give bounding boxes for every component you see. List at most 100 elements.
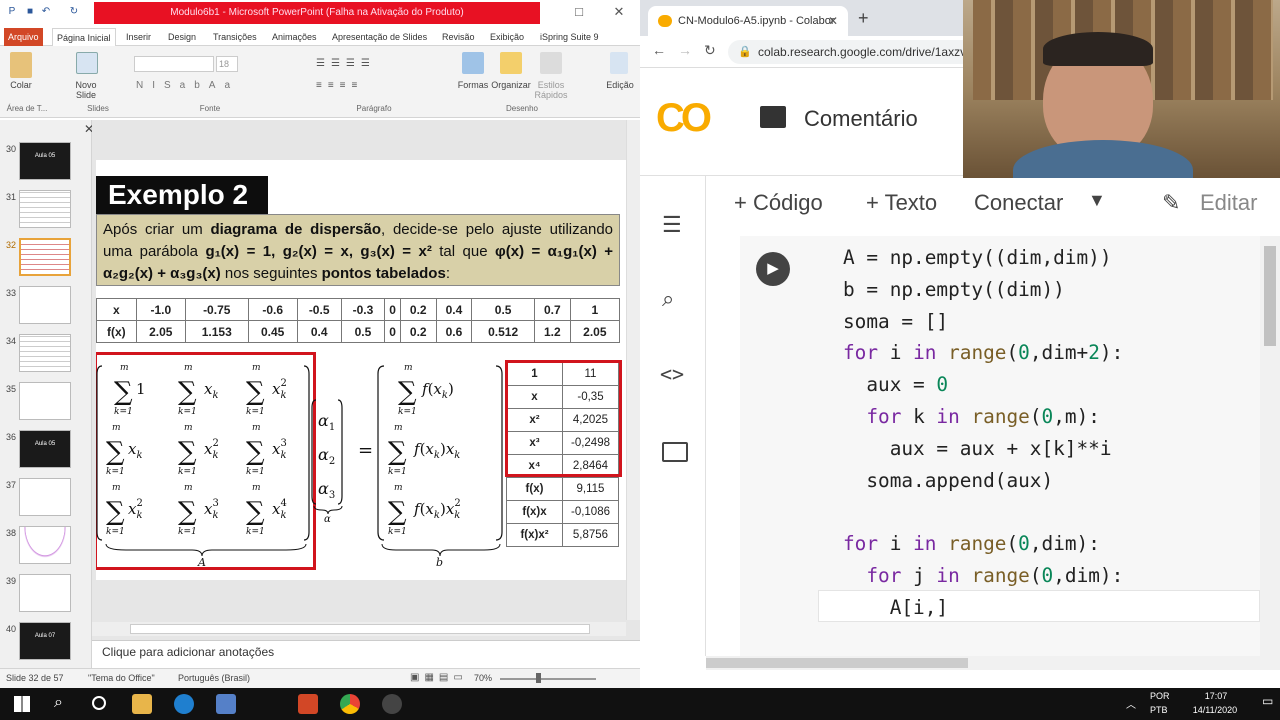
find-icon[interactable] <box>610 52 628 74</box>
slide-thumb[interactable]: Aula 05 <box>19 142 71 180</box>
svg-text:xk3: xk3 <box>204 498 219 521</box>
chrome-icon[interactable] <box>340 694 360 714</box>
slide-thumb[interactable] <box>19 478 71 516</box>
code-editor[interactable]: A = np.empty((dim,dim)) b = np.empty((dim… <box>843 242 1123 624</box>
slide-canvas[interactable]: Exemplo 2 Após criar um diagrama de disp… <box>96 160 626 580</box>
back-icon[interactable]: ← <box>652 42 666 58</box>
horizontal-scrollbar[interactable] <box>92 622 626 636</box>
connect-button[interactable]: Conectar <box>974 190 1063 216</box>
tab-close-icon[interactable]: ✕ <box>828 6 838 36</box>
add-code-button[interactable]: + Código <box>734 190 823 216</box>
language[interactable]: Português (Brasil) <box>178 673 250 683</box>
app-icon[interactable] <box>216 694 236 714</box>
slide-thumb[interactable] <box>19 286 71 324</box>
clock-time[interactable]: 17:07 <box>1196 691 1236 701</box>
save-icon[interactable]: ■ <box>24 6 36 18</box>
tab-inserir[interactable]: Inserir <box>122 28 155 46</box>
formas-label[interactable]: Formas <box>455 80 491 90</box>
connect-dropdown-icon[interactable]: ▼ <box>1088 190 1106 211</box>
code-snippets-icon[interactable]: <> <box>660 362 684 386</box>
code-line: aux = aux + x[k]**i <box>843 436 1112 460</box>
slide-thumb[interactable] <box>19 190 71 228</box>
browser-tab[interactable]: CN-Modulo6-A5.ipynb - Colabor ✕ <box>648 6 848 36</box>
paste-icon[interactable] <box>10 52 32 78</box>
edit-pencil-icon[interactable]: ✎ <box>1162 190 1180 216</box>
reload-icon[interactable]: ↻ <box>704 42 716 59</box>
notes-pane[interactable]: Clique para adicionar anotações <box>92 640 640 668</box>
zoom-level[interactable]: 70% <box>474 673 492 683</box>
run-cell-icon[interactable]: ▶ <box>756 252 790 286</box>
tab-revisao[interactable]: Revisão <box>438 28 479 46</box>
list-buttons[interactable]: ☰☰☰☰ <box>316 58 436 70</box>
thumb-number: 30 <box>5 144 16 154</box>
toc-icon[interactable]: ☰ <box>662 212 682 238</box>
slide-thumb[interactable] <box>19 382 71 420</box>
add-text-button[interactable]: + Texto <box>866 190 937 216</box>
file-explorer-icon[interactable] <box>132 694 152 714</box>
edicao-label[interactable]: Edição <box>602 80 638 90</box>
powerpoint-window: P ■ ↶ ↻ Modulo6b1 - Microsoft PowerPoint… <box>0 0 640 688</box>
tab-exibicao[interactable]: Exibição <box>486 28 528 46</box>
forward-icon[interactable]: → <box>678 42 692 58</box>
slide-thumb[interactable] <box>19 526 71 564</box>
new-slide-icon[interactable] <box>76 52 98 74</box>
colar-label[interactable]: Colar <box>4 80 38 90</box>
sums-highlight <box>505 360 622 477</box>
font-name-box[interactable] <box>134 56 214 72</box>
files-icon[interactable] <box>662 442 688 462</box>
clock-date[interactable]: 14/11/2020 <box>1180 705 1250 715</box>
slide-thumb[interactable]: Aula 05 <box>19 430 71 468</box>
vertical-scrollbar[interactable] <box>626 120 640 620</box>
tab-ispring[interactable]: iSpring Suite 9 <box>536 28 603 46</box>
obs-icon[interactable] <box>382 694 402 714</box>
tray-chevron-icon[interactable]: ︿ <box>1126 696 1136 711</box>
notebook-scrollbar[interactable] <box>1260 236 1280 656</box>
close-icon[interactable]: ✕ <box>610 4 628 20</box>
zoom-slider[interactable] <box>500 678 596 680</box>
new-tab-icon[interactable]: + <box>858 8 869 29</box>
font-size-box[interactable]: 18 <box>216 56 238 72</box>
colab-logo[interactable]: CO <box>656 96 712 141</box>
tab-pagina-inicial[interactable]: Página Inicial <box>52 28 116 46</box>
zoom-slider-thumb[interactable] <box>536 673 541 683</box>
font-format-buttons[interactable]: NISabAa <box>136 80 296 92</box>
tab-arquivo[interactable]: Arquivo <box>4 28 43 46</box>
slide-thumb[interactable] <box>19 574 71 612</box>
slide-thumb[interactable] <box>19 334 71 372</box>
comment-icon[interactable] <box>760 106 786 128</box>
comment-button[interactable]: Comentário <box>804 106 918 132</box>
quick-styles-icon[interactable] <box>540 52 562 74</box>
notes-placeholder[interactable]: Clique para adicionar anotações <box>102 645 274 659</box>
view-buttons[interactable]: ▣▦▤▭ <box>410 672 468 683</box>
scroll-thumb[interactable] <box>130 624 590 634</box>
organizar-label[interactable]: Organizar <box>490 80 532 90</box>
slide-thumb-selected[interactable] <box>19 238 71 276</box>
shapes-icon[interactable] <box>462 52 484 74</box>
scroll-thumb[interactable] <box>1264 246 1276 346</box>
tab-design[interactable]: Design <box>164 28 200 46</box>
arrange-icon[interactable] <box>500 52 522 74</box>
align-buttons[interactable]: ≡≡≡≡ <box>316 80 436 92</box>
powerpoint-icon[interactable] <box>298 694 318 714</box>
tab-apresentacao[interactable]: Apresentação de Slides <box>328 28 431 46</box>
slide-thumb[interactable]: Aula 07 <box>19 622 71 660</box>
redo-icon[interactable]: ↻ <box>68 6 80 18</box>
horizontal-scrollbar[interactable] <box>706 656 1280 670</box>
edit-button[interactable]: Editar <box>1200 190 1257 216</box>
cortana-icon[interactable] <box>92 696 106 710</box>
tab-animacoes[interactable]: Animações <box>268 28 321 46</box>
undo-icon[interactable]: ↶ <box>40 6 52 18</box>
windows-start-icon[interactable] <box>14 696 30 712</box>
restore-icon[interactable]: □ <box>570 4 588 20</box>
scroll-thumb[interactable] <box>706 658 968 668</box>
edge-icon[interactable] <box>174 694 194 714</box>
input-layout[interactable]: PTB <box>1150 705 1168 715</box>
novo-slide-label[interactable]: Novo Slide <box>66 80 106 100</box>
search-icon[interactable]: ⌕ <box>54 694 63 712</box>
estilos-label[interactable]: Estilos Rápidos <box>530 80 572 100</box>
tab-transicoes[interactable]: Transições <box>209 28 261 46</box>
svg-text:∑: ∑ <box>178 377 197 407</box>
search-icon[interactable]: ⌕ <box>662 286 674 312</box>
notifications-icon[interactable]: ▭ <box>1262 694 1273 708</box>
input-language[interactable]: POR <box>1150 691 1170 701</box>
